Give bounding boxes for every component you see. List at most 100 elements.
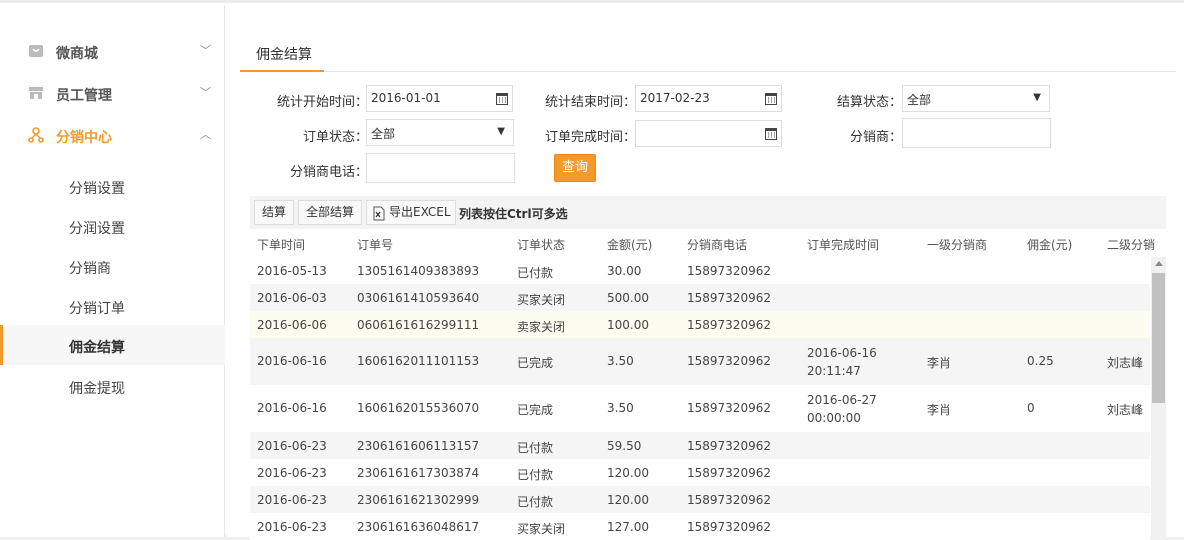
settle-status-select[interactable]: 全部 ▼ [902,85,1050,112]
settle-all-button[interactable]: 全部结算 [298,200,362,225]
column-header-order-no[interactable]: 订单号 [357,236,393,253]
dropdown-arrow-icon: ▼ [1033,92,1041,103]
table-row[interactable]: 2016-06-23 2306161606113157 已付款 59.50 15… [250,432,1150,459]
finish-calendar-button[interactable] [760,120,782,147]
cell-date: 2016-05-13 [257,264,327,278]
export-excel-button[interactable]: 导出EXCEL [366,200,456,225]
sidebar-item-label: 佣金提现 [69,381,125,397]
chevron-down-icon: ﹀ [200,86,211,99]
cell-commission: 0.25 [1027,354,1054,368]
column-header-order-status[interactable]: 订单状态 [517,236,565,253]
cell-amount: 59.50 [607,439,642,453]
sidebar-item-commission-settlement[interactable]: 佣金结算 [0,325,225,365]
sidebar-item-label: 分销订单 [69,301,125,317]
column-header-order-time[interactable]: 下单时间 [257,236,305,253]
sidebar-group-label: 微商城 [56,46,98,62]
cell-amount: 30.00 [607,264,642,278]
start-time-input[interactable]: 2016-01-01 [366,85,492,112]
cell-order-no: 2306161621302999 [357,493,480,507]
table-row[interactable]: 2016-06-23 2306161617303874 已付款 120.00 1… [250,459,1150,486]
column-header-distributor-phone[interactable]: 分销商电话 [687,236,747,253]
cell-amount: 120.00 [607,493,649,507]
table-row[interactable]: 2016-06-16 1606162011101153 已完成 3.50 158… [250,338,1150,385]
cell-order-no: 0306161410593640 [357,291,480,305]
cell-date: 2016-06-23 [257,520,327,534]
end-time-input[interactable]: 2017-02-23 [635,85,761,112]
cell-amount: 100.00 [607,318,649,332]
cell-phone: 15897320962 [687,401,771,415]
calendar-icon [765,93,777,105]
table-row[interactable]: 2016-05-13 1305161409383893 已付款 30.00 15… [250,257,1150,284]
tab-label: 佣金结算 [256,47,312,63]
distribution-icon [28,127,44,143]
sidebar-item-label: 分销商 [69,261,111,277]
distributor-phone-label: 分销商电话： [289,165,368,180]
column-header-amount[interactable]: 金额(元) [607,236,652,253]
sidebar-item-commission-withdrawal[interactable]: 佣金提现 [0,366,225,406]
cell-amount: 500.00 [607,291,649,305]
sidebar-item-label: 佣金结算 [69,340,125,356]
export-excel-label: 导出EXCEL [389,205,451,219]
table-row[interactable]: 2016-06-23 2306161636048617 买家关闭 127.00 … [250,513,1150,540]
sidebar-item-distribution-settings[interactable]: 分销设置 [0,166,225,206]
cell-date: 2016-06-16 [257,401,327,415]
cell-phone: 15897320962 [687,354,771,368]
finish-time-label: 订单完成时间： [544,130,636,145]
cell-status: 已付款 [517,495,554,509]
sidebar-item-label: 分润设置 [69,221,125,237]
sidebar-item-distributors[interactable]: 分销商 [0,246,225,286]
start-time-label: 统计开始时间： [276,95,368,110]
cell-commission: 0 [1027,401,1035,415]
sidebar-group-micro-mall[interactable]: 微商城 ﹀ [0,31,225,71]
start-calendar-button[interactable] [491,85,513,112]
table-body: 2016-05-13 1305161409383893 已付款 30.00 15… [250,257,1150,540]
cell-amount: 127.00 [607,520,649,534]
end-time-label: 统计结束时间： [544,95,636,110]
column-header-level2-distributor[interactable]: 二级分销 [1107,236,1166,253]
table-row[interactable]: 2016-06-23 2306161621302999 已付款 120.00 1… [250,486,1150,513]
settle-status-value: 全部 [907,93,932,107]
cell-date: 2016-06-16 [257,354,327,368]
distributor-label: 分销商： [849,130,902,145]
table-row[interactable]: 2016-06-16 1606162015536070 已完成 3.50 158… [250,385,1150,432]
table-scrollbar[interactable] [1151,257,1166,540]
table-toolbar: 结算 全部结算 导出EXCEL 列表按住Ctrl可多选 [250,196,1166,229]
sidebar-group-staff[interactable]: 员工管理 ﹀ [0,73,225,113]
cell-status: 已付款 [517,468,554,482]
excel-icon [373,206,385,221]
table-row[interactable]: 2016-06-06 0606161616299111 卖家关闭 100.00 … [250,311,1150,338]
column-header-level1-distributor[interactable]: 一级分销商 [927,236,987,253]
settle-button[interactable]: 结算 [254,200,294,225]
cell-order-no: 2306161636048617 [357,520,480,534]
cell-order-no: 1606162011101153 [357,354,480,368]
cell-phone: 15897320962 [687,439,771,453]
calendar-icon [765,128,777,140]
sidebar-group-label: 员工管理 [56,88,112,104]
distributor-input[interactable] [902,118,1051,148]
cell-level2: 刘志峰 [1107,356,1144,370]
scrollbar-thumb[interactable] [1152,273,1165,403]
sidebar-item-distribution-orders[interactable]: 分销订单 [0,286,225,326]
order-status-select[interactable]: 全部 ▼ [366,119,514,146]
cell-level2: 刘志峰 [1107,403,1144,417]
shop-icon [29,45,43,57]
scroll-up-icon[interactable] [1155,261,1163,266]
sidebar-item-profit-settings[interactable]: 分润设置 [0,206,225,246]
distributor-phone-input[interactable] [366,153,515,183]
column-header-finish-time[interactable]: 订单完成时间 [807,236,879,253]
table-row[interactable]: 2016-06-03 0306161410593640 买家关闭 500.00 … [250,284,1150,311]
cell-order-no: 2306161606113157 [357,439,480,453]
cell-level1: 李肖 [927,403,952,417]
table-header: 下单时间 订单号 订单状态 金额(元) 分销商电话 订单完成时间 一级分销商 佣… [250,230,1166,257]
cell-status: 买家关闭 [517,293,566,307]
chevron-up-icon: ︿ [200,128,211,141]
finish-time-input[interactable] [635,120,761,147]
query-button[interactable]: 查询 [554,154,596,182]
end-calendar-button[interactable] [760,85,782,112]
cell-order-no: 2306161617303874 [357,466,480,480]
sidebar-group-distribution[interactable]: 分销中心 ︿ [0,115,225,155]
cell-phone: 15897320962 [687,291,771,305]
tab-commission-settlement[interactable]: 佣金结算 [240,34,324,72]
cell-date: 2016-06-06 [257,318,327,332]
column-header-commission[interactable]: 佣金(元) [1027,236,1072,253]
